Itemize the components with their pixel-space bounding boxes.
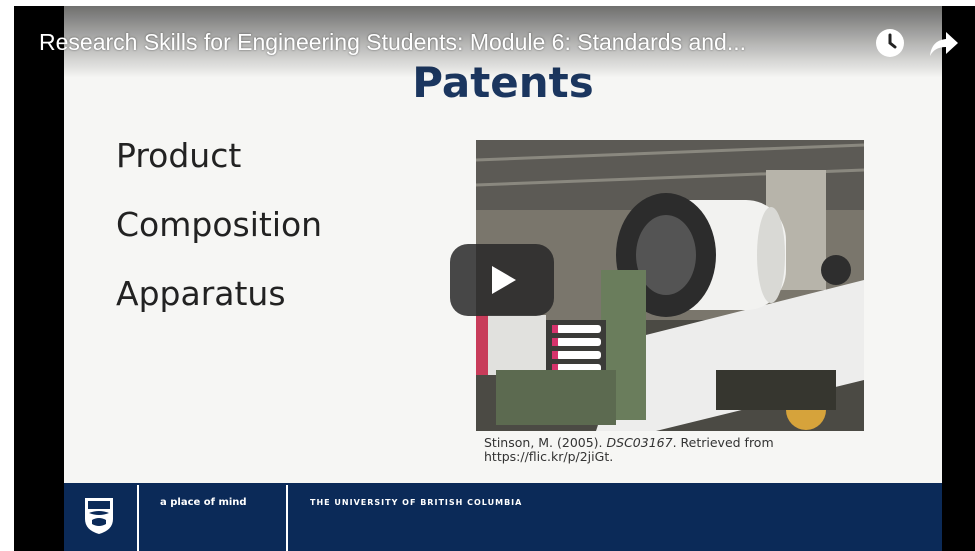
caption-url: https://flic.kr/p/2jiGt. [484,449,614,464]
share-arrow-icon[interactable] [928,30,960,58]
bullet-list: Product Composition Apparatus [116,136,322,343]
caption-work: DSC03167 [606,435,673,450]
video-title[interactable]: Research Skills for Engineering Students… [39,29,746,56]
footer-divider [137,485,139,551]
video-player[interactable]: Patents Product Composition Apparatus St… [14,6,975,551]
slide-footer: a place of mind THE UNIVERSITY OF BRITIS… [64,483,942,551]
footer-divider [286,485,288,551]
clock-icon[interactable] [875,28,905,58]
play-icon[interactable] [450,244,554,316]
ubc-crest-logo [85,498,113,534]
bullet-item: Product [116,136,242,175]
footer-university: THE UNIVERSITY OF BRITISH COLUMBIA [310,498,523,507]
footer-motto: a place of mind [160,497,247,508]
caption-author: Stinson, M. (2005). [484,435,607,450]
caption-rest: . Retrieved from [672,435,774,450]
bullet-item: Composition [116,205,323,244]
image-caption: Stinson, M. (2005). DSC03167. Retrieved … [484,436,774,464]
bullet-item: Apparatus [116,274,286,313]
